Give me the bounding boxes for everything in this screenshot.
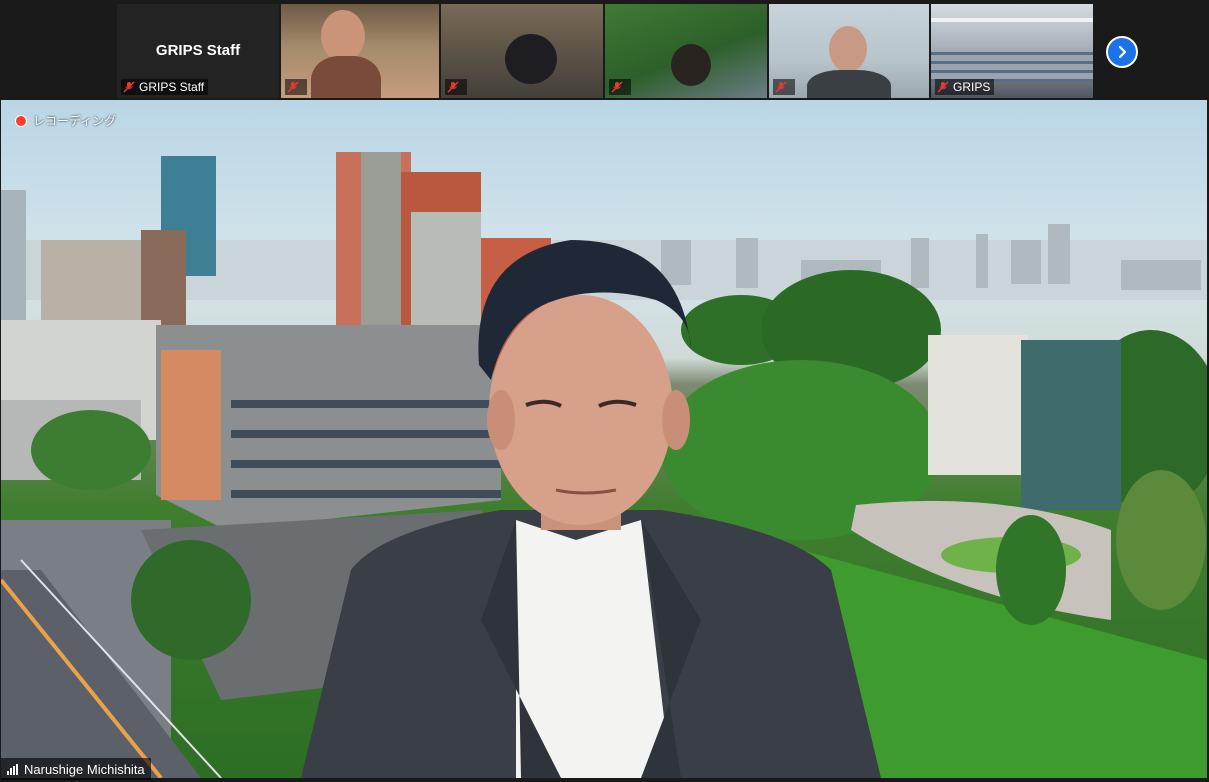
participant-tile-1[interactable]	[281, 4, 439, 98]
participant-tile-2[interactable]	[441, 4, 603, 98]
room-desks	[931, 52, 1093, 82]
participant-label	[773, 79, 795, 95]
participant-label-text: GRIPS Staff	[139, 80, 205, 94]
mic-muted-icon	[447, 81, 459, 93]
participant-face	[321, 10, 365, 62]
participant-label: GRIPS	[935, 79, 995, 95]
participant-tile-grips-staff[interactable]: GRIPS Staff GRIPS Staff	[117, 4, 279, 98]
speaker-name-label: Narushige Michishita	[1, 758, 151, 780]
participant-label	[445, 79, 467, 95]
speaker-figure	[301, 240, 881, 778]
participant-name-large: GRIPS Staff	[155, 42, 241, 59]
main-speaker-video[interactable]: レコーディング	[1, 100, 1207, 778]
participant-body	[311, 56, 381, 98]
participant-face	[829, 26, 867, 72]
participant-tile-grips-room[interactable]: GRIPS	[931, 4, 1093, 98]
participant-face	[671, 44, 711, 86]
participant-strip: GRIPS Staff GRIPS Staff GRIPS	[0, 0, 1209, 98]
participant-body	[807, 70, 891, 98]
participant-label	[609, 79, 631, 95]
recording-dot-icon	[15, 114, 27, 127]
participant-label-text: GRIPS	[953, 80, 991, 94]
recording-indicator: レコーディング	[15, 112, 116, 129]
chevron-right-icon	[1118, 45, 1127, 59]
mic-muted-icon	[287, 81, 299, 93]
mic-muted-icon	[937, 81, 949, 93]
participant-face	[505, 34, 557, 84]
participant-label	[285, 79, 307, 95]
participant-tile-4[interactable]	[769, 4, 929, 98]
participant-label: GRIPS Staff	[121, 79, 209, 95]
next-page-button[interactable]	[1106, 36, 1138, 68]
mic-muted-icon	[611, 81, 623, 93]
ceiling-light	[931, 18, 1093, 22]
participant-tile-3[interactable]	[605, 4, 767, 98]
signal-strength-icon	[7, 763, 18, 775]
recording-label: レコーディング	[33, 114, 117, 128]
mic-muted-icon	[775, 81, 787, 93]
speaker-name: Narushige Michishita	[24, 761, 145, 777]
mic-muted-icon	[123, 81, 135, 93]
